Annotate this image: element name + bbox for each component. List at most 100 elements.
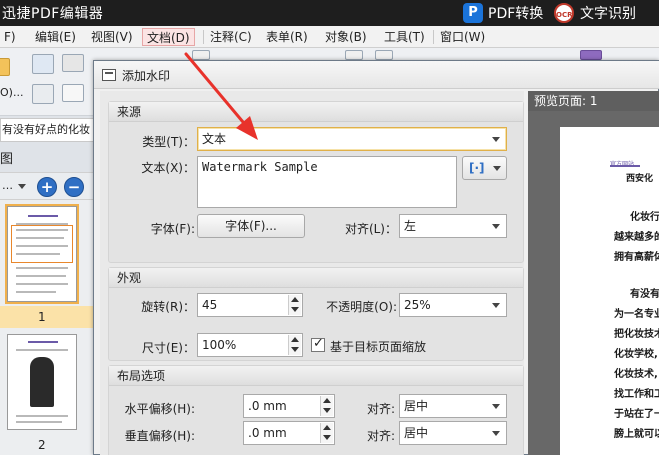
rotation-value: 45 <box>202 298 218 312</box>
v-align-label: 对齐: <box>366 429 395 443</box>
menu-file[interactable]: F) <box>0 28 20 46</box>
menu-separator <box>203 30 204 44</box>
dialog-window-icon <box>102 69 116 81</box>
scale-to-page-checkbox[interactable] <box>311 336 325 352</box>
size-input[interactable]: 100% <box>197 333 303 357</box>
chevron-down-icon <box>492 303 500 308</box>
toolbar-tool-icon[interactable] <box>345 50 363 60</box>
dialog-title-bar: 添加水印 <box>94 61 659 89</box>
v-offset-stepper[interactable] <box>320 423 333 443</box>
preview-text-line: 化妆学校, <box>614 349 658 360</box>
size-label: 尺寸(E)： <box>142 341 195 355</box>
opacity-label: 不透明度(O): <box>326 300 397 314</box>
menu-separator <box>433 30 434 44</box>
h-align-select[interactable]: 居中 <box>399 394 507 418</box>
toolbar-tool-icon[interactable] <box>192 50 210 60</box>
rotation-label: 旋转(R)： <box>141 300 195 314</box>
menu-comment[interactable]: 注释(C) <box>206 28 256 46</box>
align-select[interactable]: 左 <box>399 214 507 238</box>
watermark-text-input[interactable]: Watermark Sample <box>197 156 457 208</box>
align-label: 对齐(L)： <box>344 222 397 236</box>
pdf-convert-button[interactable]: P PDF转换 <box>463 2 543 24</box>
ocr-button[interactable]: OCR 文字识别 <box>554 2 636 24</box>
preview-text-line: 有没有 <box>630 289 659 300</box>
text-label: 文本(X)： <box>141 161 195 175</box>
document-tab[interactable]: 有没有好点的化妆 <box>0 118 95 142</box>
v-offset-input[interactable]: .0 mm <box>243 421 335 445</box>
font-button[interactable]: 字体(F)... <box>197 214 305 238</box>
preview-text-line: 膀上就可以 <box>614 429 659 440</box>
rotation-stepper[interactable] <box>288 295 301 315</box>
preview-text-line: 为一名专业 <box>614 309 659 320</box>
chevron-down-icon[interactable] <box>18 184 26 189</box>
preview-text-line: 把化妆技术 <box>614 329 659 340</box>
insert-variable-button[interactable]: [·] <box>462 156 507 180</box>
chevron-down-icon <box>493 166 501 171</box>
preview-text-line: 于站在了一 <box>614 409 659 420</box>
chevron-down-icon <box>492 431 500 436</box>
menu-bar: F) 编辑(E) 视图(V) 文档(D) 注释(C) 表单(R) 对象(B) 工… <box>0 26 659 48</box>
h-offset-stepper[interactable] <box>320 396 333 416</box>
preview-text-line: 化妆行 <box>630 212 659 223</box>
h-offset-input[interactable]: .0 mm <box>243 394 335 418</box>
layout-heading: 布局选项 <box>109 366 523 386</box>
add-watermark-dialog: 添加水印 来源 类型(T)： 文本 文本(X)： Watermark Sampl… <box>93 60 659 455</box>
menu-form[interactable]: 表单(R) <box>262 28 312 46</box>
preview-text-line: 找工作和工 <box>614 389 659 400</box>
preview-page: 官方网站 西安化 化妆行 越来越多的 拥有高薪体 有没有 为一名专业 把化妆技术… <box>560 127 659 455</box>
type-label: 类型(T)： <box>142 135 195 149</box>
page-number: 2 <box>38 438 46 452</box>
menu-document[interactable]: 文档(D) <box>142 28 195 46</box>
chevron-down-icon <box>492 137 500 142</box>
preview-panel: 预览页面: 1 官方网站 西安化 化妆行 越来越多的 拥有高薪体 有没有 为一名… <box>528 91 659 455</box>
toolbar-tool-icon[interactable] <box>580 50 602 60</box>
menu-view[interactable]: 视图(V) <box>87 28 137 46</box>
type-value: 文本 <box>202 132 227 146</box>
thumbnail-selection-bar <box>0 306 95 328</box>
h-offset-label: 水平偏移(H): <box>124 402 195 416</box>
zoom-out-icon[interactable]: − <box>64 177 84 197</box>
preview-text-line: 化妆技术, <box>614 369 658 380</box>
email-icon[interactable] <box>62 84 84 102</box>
menu-object[interactable]: 对象(B) <box>321 28 371 46</box>
preview-text-line: 越来越多的 <box>614 232 659 243</box>
size-stepper[interactable] <box>288 335 301 355</box>
page-thumbnail[interactable] <box>7 334 77 430</box>
toolbar-open-label: O)... <box>0 86 24 99</box>
open-folder-icon[interactable] <box>0 58 10 76</box>
app-title: 迅捷PDF编辑器 <box>2 6 104 22</box>
opacity-select[interactable]: 25% <box>399 293 507 317</box>
size-value: 100% <box>202 338 237 352</box>
page-number: 1 <box>38 310 46 324</box>
v-offset-label: 垂直偏移(H): <box>124 429 195 443</box>
thumbnail-view-dropdown[interactable]: … <box>2 179 13 192</box>
v-align-value: 居中 <box>404 426 429 440</box>
thumbnails-title: 图 <box>0 152 14 167</box>
h-align-label: 对齐: <box>366 402 395 416</box>
zoom-in-icon[interactable]: + <box>37 177 57 197</box>
print-icon[interactable] <box>32 84 54 104</box>
menu-tools[interactable]: 工具(T) <box>380 28 429 46</box>
person-photo-icon <box>30 357 54 407</box>
scanner-icon[interactable] <box>62 54 84 72</box>
menu-edit[interactable]: 编辑(E) <box>31 28 80 46</box>
watermark-highlight <box>11 225 73 263</box>
scale-to-page-label: 基于目标页面缩放 <box>330 340 427 354</box>
page-thumbnail[interactable] <box>5 204 79 304</box>
ocr-label: 文字识别 <box>580 6 636 22</box>
preview-page-label: 预览页面: 1 <box>528 91 659 111</box>
save-icon[interactable] <box>32 54 54 74</box>
insert-variable-icon: [·] <box>469 161 485 175</box>
appearance-heading: 外观 <box>109 268 523 288</box>
preview-header: 西安化 <box>626 174 654 184</box>
toolbar-tool-icon[interactable] <box>375 50 393 60</box>
thumbnail-toolbar: … + − <box>0 172 95 200</box>
rotation-input[interactable]: 45 <box>197 293 303 317</box>
dialog-body: 来源 类型(T)： 文本 文本(X)： Watermark Sample [·]… <box>100 91 524 455</box>
font-label: 字体(F): <box>150 222 195 236</box>
v-align-select[interactable]: 居中 <box>399 421 507 445</box>
ocr-icon: OCR <box>554 3 574 23</box>
type-select[interactable]: 文本 <box>197 127 507 151</box>
menu-window[interactable]: 窗口(W) <box>436 28 489 46</box>
chevron-down-icon <box>492 224 500 229</box>
